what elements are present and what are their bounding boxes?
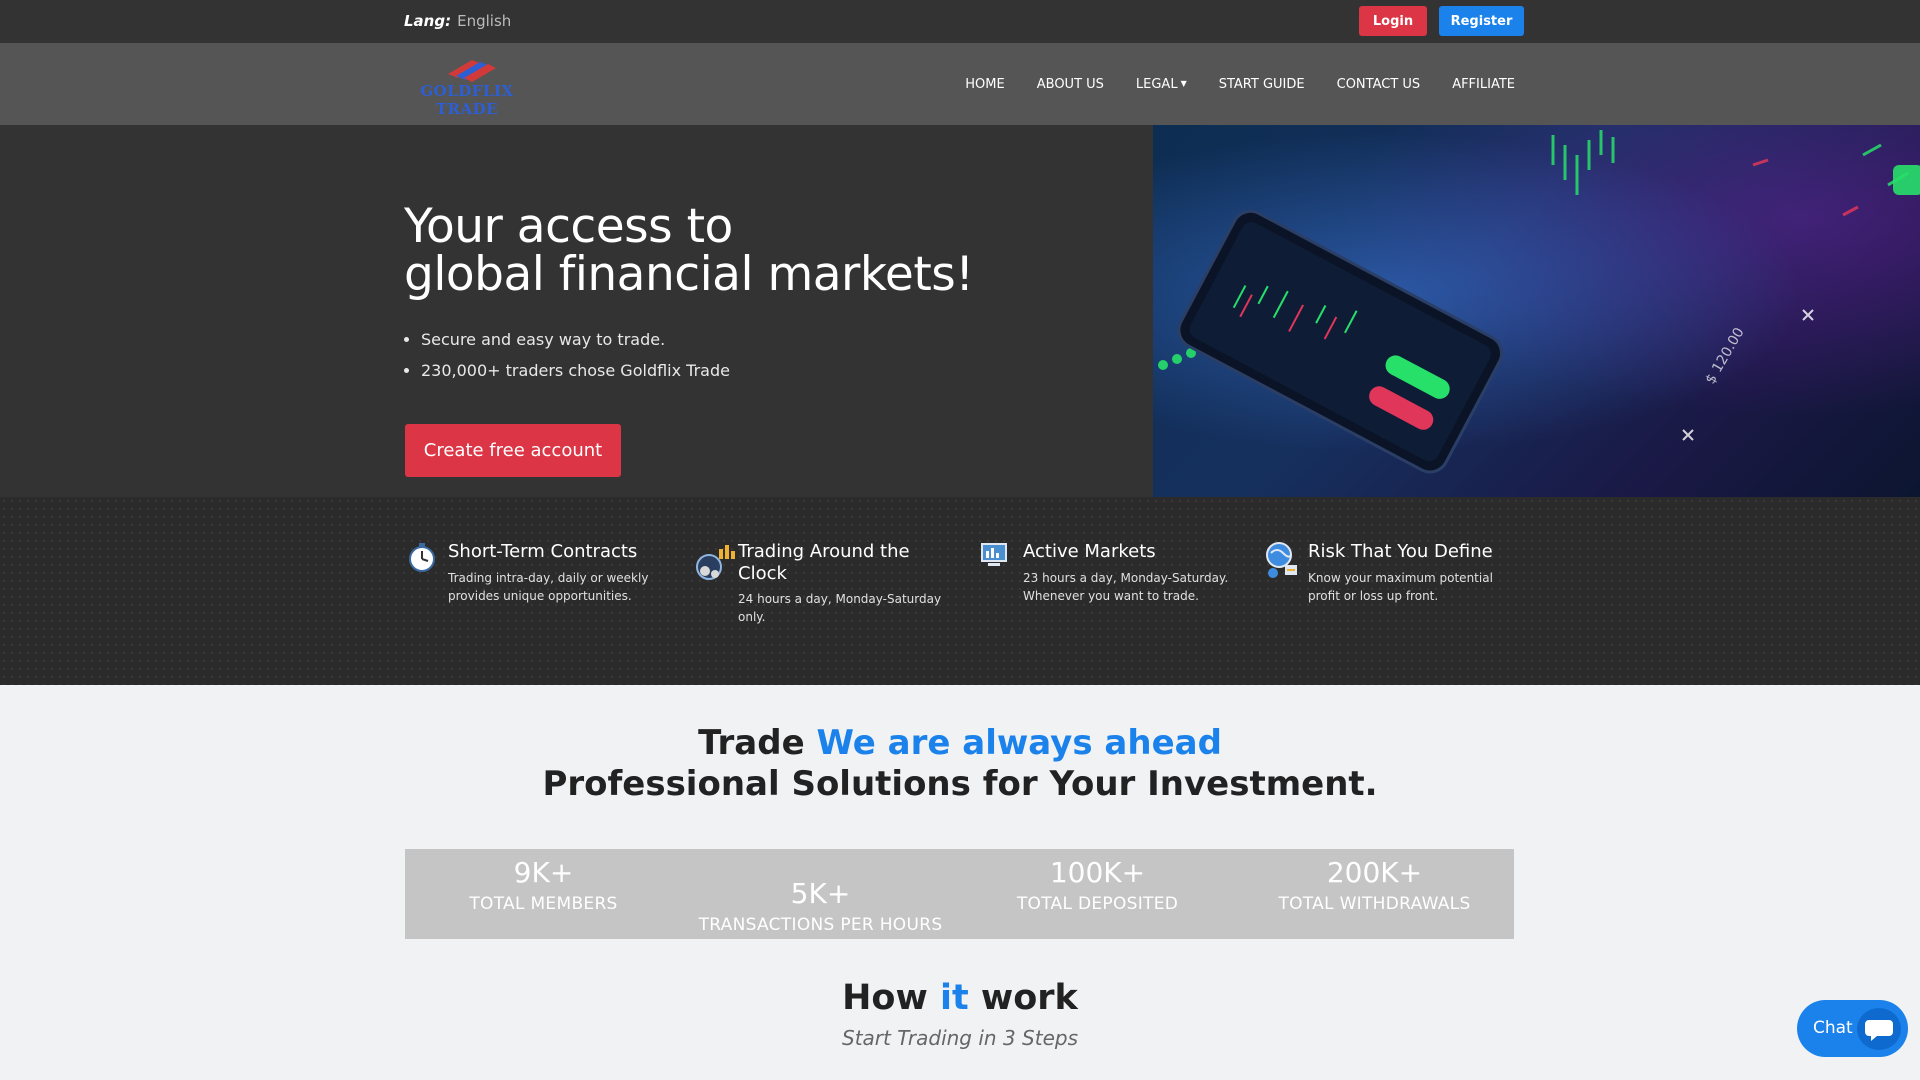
- register-button[interactable]: Register: [1439, 6, 1524, 36]
- chat-widget-button[interactable]: Chat: [1797, 1000, 1908, 1057]
- brand-logo[interactable]: GOLDFLIX TRADE: [412, 54, 532, 118]
- stat-label: TRANSACTIONS PER HOURS: [698, 915, 943, 935]
- feature-description: Trading intra-day, daily or weekly provi…: [448, 571, 649, 603]
- top-bar: Lang: English Login Register: [0, 0, 1920, 43]
- language-label: Lang:: [404, 12, 452, 30]
- hero-bullets: Secure and easy way to trade. 230,000+ t…: [404, 330, 730, 392]
- feature-title: Short-Term Contracts: [448, 541, 638, 562]
- nav-item-affiliate[interactable]: AFFILIATE: [1452, 77, 1515, 92]
- logo-text-line2: TRADE: [435, 100, 499, 118]
- svg-text:$ 120.00: $ 120.00: [1703, 325, 1748, 387]
- hero-bullet: Secure and easy way to trade.: [421, 330, 730, 349]
- stat-label: TOTAL DEPOSITED: [1016, 894, 1179, 914]
- how-title-a: How: [842, 978, 928, 1018]
- language-selector[interactable]: Lang: English: [404, 12, 511, 30]
- language-value[interactable]: English: [457, 12, 511, 30]
- stat-total-members: 9K+ TOTAL MEMBERS: [405, 857, 682, 915]
- clock-icon: [409, 543, 435, 572]
- nav-item-legal-label: LEGAL: [1135, 76, 1178, 92]
- feature-description: Know your maximum potential profit or lo…: [1308, 571, 1493, 603]
- nav-item-legal[interactable]: LEGAL ▼: [1136, 77, 1187, 92]
- how-it-work-subtitle: Start Trading in 3 Steps: [842, 1026, 1078, 1050]
- stat-value: 200K+: [1326, 856, 1423, 889]
- market-screen-icon: [981, 543, 1007, 566]
- how-title-b: work: [980, 978, 1078, 1018]
- hero-section: Your access to global financial markets!…: [0, 125, 1920, 497]
- trading-phone-illustration: $ 120.00: [1158, 130, 1920, 474]
- nav-item-start-guide[interactable]: START GUIDE: [1219, 77, 1305, 92]
- login-button[interactable]: Login: [1359, 6, 1427, 36]
- create-account-button[interactable]: Create free account: [405, 424, 621, 477]
- hero-title: Your access to global financial markets!: [404, 203, 974, 299]
- risk-globe-icon: [1266, 542, 1297, 578]
- feature-description: 23 hours a day, Monday-Saturday. Wheneve…: [1023, 571, 1229, 603]
- nav-menu: HOME ABOUT US LEGAL ▼ START GUIDE CONTACT…: [933, 43, 1515, 125]
- feature-title: Risk That You Define: [1308, 541, 1493, 562]
- logo-text-line1: GOLDFLIX: [420, 82, 514, 100]
- stat-label: TOTAL WITHDRAWALS: [1278, 894, 1471, 914]
- hero-bullet: 230,000+ traders chose Goldflix Trade: [421, 361, 730, 380]
- globe-chart-icon: [696, 545, 735, 580]
- caret-down-icon: ▼: [1180, 78, 1187, 88]
- main-navbar: GOLDFLIX TRADE HOME ABOUT US LEGAL ▼ STAR…: [0, 43, 1920, 125]
- nav-item-about-us[interactable]: ABOUT US: [1037, 77, 1104, 92]
- hero-trading-image: $ 120.00: [1153, 125, 1920, 497]
- stat-value: 100K+: [1049, 856, 1146, 889]
- stat-transactions: 5K+ TRANSACTIONS PER HOURS: [682, 878, 959, 936]
- feature-title: Active Markets: [1023, 541, 1156, 562]
- stat-total-deposited: 100K+ TOTAL DEPOSITED: [959, 857, 1236, 915]
- stats-bar: 9K+ TOTAL MEMBERS 5K+ TRANSACTIONS PER H…: [405, 849, 1514, 939]
- features-strip: Short-Term Contracts Trading intra-day, …: [0, 497, 1920, 685]
- intro-subheading: Professional Solutions for Your Investme…: [542, 764, 1378, 804]
- feature-description: 24 hours a day, Monday-Saturday only.: [738, 592, 942, 624]
- nav-item-contact-us[interactable]: CONTACT US: [1337, 77, 1421, 92]
- how-title-accent: it: [940, 978, 969, 1018]
- stat-value: 5K+: [790, 877, 851, 910]
- chat-bubble-icon: [1857, 1008, 1901, 1050]
- stat-total-withdrawals: 200K+ TOTAL WITHDRAWALS: [1236, 857, 1513, 915]
- how-it-work-title: How it work: [0, 978, 1920, 1018]
- intro-heading: Trade We are always ahead: [0, 723, 1920, 763]
- nav-item-home[interactable]: HOME: [965, 77, 1004, 92]
- stat-value: 9K+: [513, 856, 574, 889]
- feature-title: Trading Around the Clock: [738, 541, 910, 584]
- chat-label: Chat: [1813, 1018, 1853, 1038]
- stat-label: TOTAL MEMBERS: [469, 894, 618, 914]
- hero-title-line1: Your access to: [404, 199, 733, 254]
- intro-prefix: Trade: [698, 723, 805, 763]
- intro-accent: We are always ahead: [816, 723, 1222, 763]
- hero-title-line2: global financial markets!: [404, 247, 974, 302]
